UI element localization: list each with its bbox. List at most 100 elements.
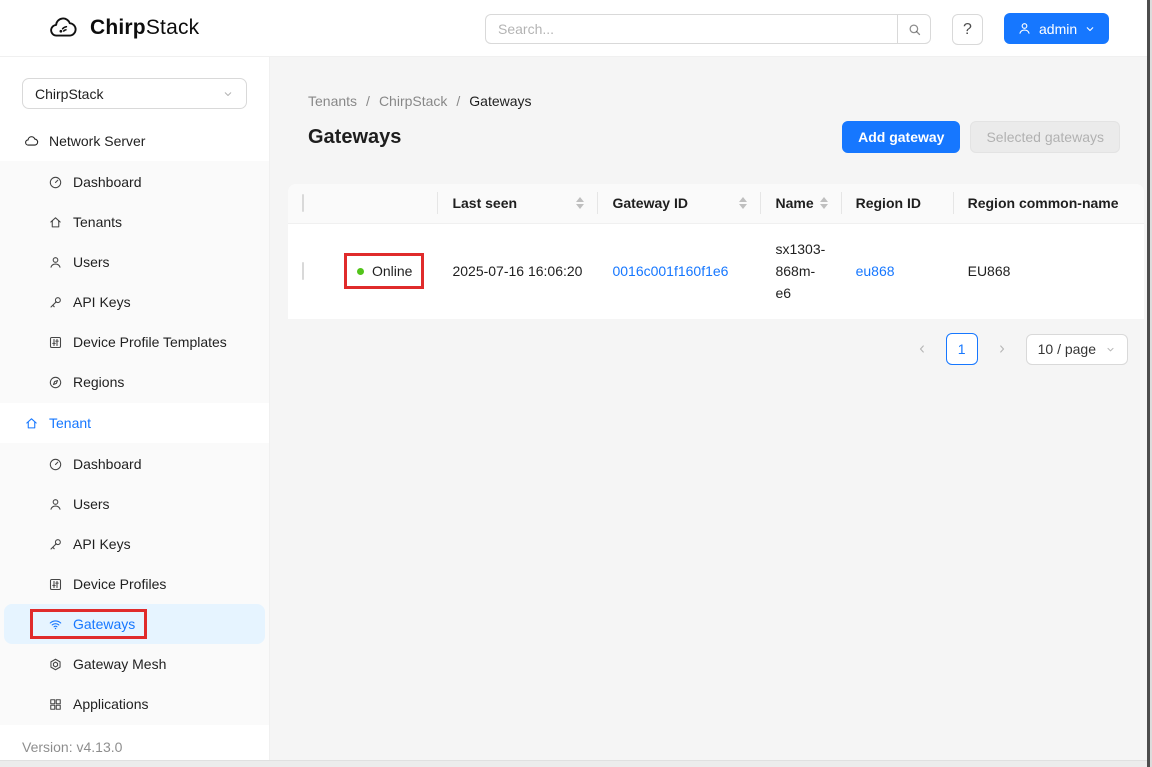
page-title: Gateways: [308, 126, 401, 149]
tenant-selector-dropdown[interactable]: ChirpStack: [22, 78, 247, 109]
previous-page-button[interactable]: [907, 334, 937, 364]
column-label: Gateway ID: [612, 195, 687, 211]
top-header: ChirpStack ? admin: [0, 0, 1152, 57]
breadcrumb-tenants[interactable]: Tenants: [308, 93, 357, 109]
tenant-submenu: Dashboard Users API Keys: [0, 443, 269, 725]
cloud-icon: [24, 134, 39, 149]
chevron-down-icon: [222, 88, 234, 100]
sidebar-item-ns-dashboard[interactable]: Dashboard: [4, 162, 265, 202]
sidebar-group-tenant[interactable]: Tenant: [0, 403, 269, 443]
sidebar-item-label: API Keys: [73, 536, 131, 552]
row-name-cell: sx1303-868m-e6: [761, 223, 841, 319]
compass-icon: [48, 375, 63, 390]
select-all-checkbox[interactable]: [302, 194, 304, 212]
pagination: 1 10 / page: [288, 333, 1128, 365]
sidebar-item-label: Gateways: [73, 616, 135, 632]
dashboard-icon: [48, 457, 63, 472]
home-icon: [24, 416, 39, 431]
table-row: Online 2025-07-16 16:06:20 0016c001f160f…: [288, 223, 1144, 319]
status-badge: Online: [372, 260, 412, 282]
selected-gateways-button[interactable]: Selected gateways: [970, 121, 1120, 153]
tenant-selector-value: ChirpStack: [35, 86, 103, 102]
sidebar-item-tenant-api-keys[interactable]: API Keys: [4, 524, 265, 564]
header-checkbox-cell: [288, 184, 330, 223]
column-label: Last seen: [452, 195, 517, 211]
sidebar-item-label: Tenants: [73, 214, 122, 230]
breadcrumb: Tenants / ChirpStack / Gateways: [308, 93, 1144, 109]
global-search: [485, 14, 931, 44]
sidebar-group-label: Network Server: [49, 133, 145, 149]
gateway-id-link[interactable]: 0016c001f160f1e6: [612, 263, 728, 279]
user-label: admin: [1039, 21, 1077, 37]
sidebar-item-tenant-device-profiles[interactable]: Device Profiles: [4, 564, 265, 604]
user-icon: [1017, 21, 1032, 36]
row-gateway-id-cell: 0016c001f160f1e6: [598, 223, 761, 319]
sidebar-item-tenant-applications[interactable]: Applications: [4, 684, 265, 724]
breadcrumb-gateways: Gateways: [469, 93, 531, 109]
column-status: [330, 184, 438, 223]
search-input[interactable]: [485, 14, 897, 44]
row-last-seen-cell: 2025-07-16 16:06:20: [438, 223, 598, 319]
sort-icon[interactable]: [820, 197, 828, 209]
sidebar-item-label: Regions: [73, 374, 124, 390]
sidebar-item-label: Dashboard: [73, 174, 142, 190]
sidebar-item-label: Users: [73, 496, 110, 512]
sidebar-group-network-server[interactable]: Network Server: [0, 121, 269, 161]
network-server-submenu: Dashboard Tenants Users: [0, 161, 269, 403]
next-page-button[interactable]: [987, 334, 1017, 364]
cloud-logo-icon: [45, 13, 81, 43]
appstore-icon: [48, 697, 63, 712]
control-icon: [48, 577, 63, 592]
mesh-icon: [48, 657, 63, 672]
search-button[interactable]: [897, 14, 931, 44]
row-checkbox[interactable]: [302, 262, 304, 280]
user-icon: [48, 497, 63, 512]
sort-icon[interactable]: [576, 197, 584, 209]
page-size-select[interactable]: 10 / page: [1026, 334, 1128, 365]
sidebar-group-label: Tenant: [49, 415, 91, 431]
chevron-down-icon: [1105, 344, 1116, 355]
sidebar-item-tenant-dashboard[interactable]: Dashboard: [4, 444, 265, 484]
annotation-box-online: Online: [344, 253, 424, 289]
sidebar-menu: Network Server Dashboard Tenants: [0, 121, 269, 725]
main-content: Tenants / ChirpStack / Gateways Gateways…: [270, 57, 1152, 767]
user-menu-button[interactable]: admin: [1004, 13, 1109, 44]
sidebar-item-ns-api-keys[interactable]: API Keys: [4, 282, 265, 322]
breadcrumb-separator: /: [456, 93, 460, 109]
sidebar-item-label: API Keys: [73, 294, 131, 310]
page-number-button[interactable]: 1: [946, 333, 978, 365]
sidebar-item-tenant-gateways[interactable]: Gateways: [4, 604, 265, 644]
column-last-seen[interactable]: Last seen: [438, 184, 598, 223]
search-icon: [907, 22, 922, 37]
sidebar-item-ns-tenants[interactable]: Tenants: [4, 202, 265, 242]
column-region-common-name: Region common-name: [954, 184, 1144, 223]
sidebar-item-label: Device Profile Templates: [73, 334, 227, 350]
home-icon: [48, 215, 63, 230]
column-name[interactable]: Name: [761, 184, 841, 223]
page-size-value: 10 / page: [1038, 341, 1096, 357]
add-gateway-button[interactable]: Add gateway: [842, 121, 960, 153]
dashboard-icon: [48, 175, 63, 190]
sidebar-item-label: Users: [73, 254, 110, 270]
region-id-link[interactable]: eu868: [856, 263, 895, 279]
column-gateway-id[interactable]: Gateway ID: [598, 184, 761, 223]
sidebar-item-ns-regions[interactable]: Regions: [4, 362, 265, 402]
wifi-icon: [48, 617, 63, 632]
help-button[interactable]: ?: [952, 14, 983, 45]
brand-text: ChirpStack: [90, 16, 199, 40]
sidebar-item-ns-users[interactable]: Users: [4, 242, 265, 282]
chirpstack-logo[interactable]: ChirpStack: [45, 13, 199, 43]
sidebar-item-ns-device-profile-templates[interactable]: Device Profile Templates: [4, 322, 265, 362]
column-region-id: Region ID: [842, 184, 954, 223]
key-icon: [48, 295, 63, 310]
user-icon: [48, 255, 63, 270]
sidebar-item-tenant-users[interactable]: Users: [4, 484, 265, 524]
gateways-table: Last seen Gateway ID N: [288, 184, 1144, 319]
vertical-scrollbar-thumb[interactable]: [1147, 0, 1150, 767]
sort-icon[interactable]: [739, 197, 747, 209]
horizontal-scrollbar[interactable]: [0, 760, 1152, 767]
breadcrumb-chirpstack[interactable]: ChirpStack: [379, 93, 447, 109]
sidebar-item-tenant-gateway-mesh[interactable]: Gateway Mesh: [4, 644, 265, 684]
row-region-common-name-cell: EU868: [954, 223, 1144, 319]
breadcrumb-separator: /: [366, 93, 370, 109]
